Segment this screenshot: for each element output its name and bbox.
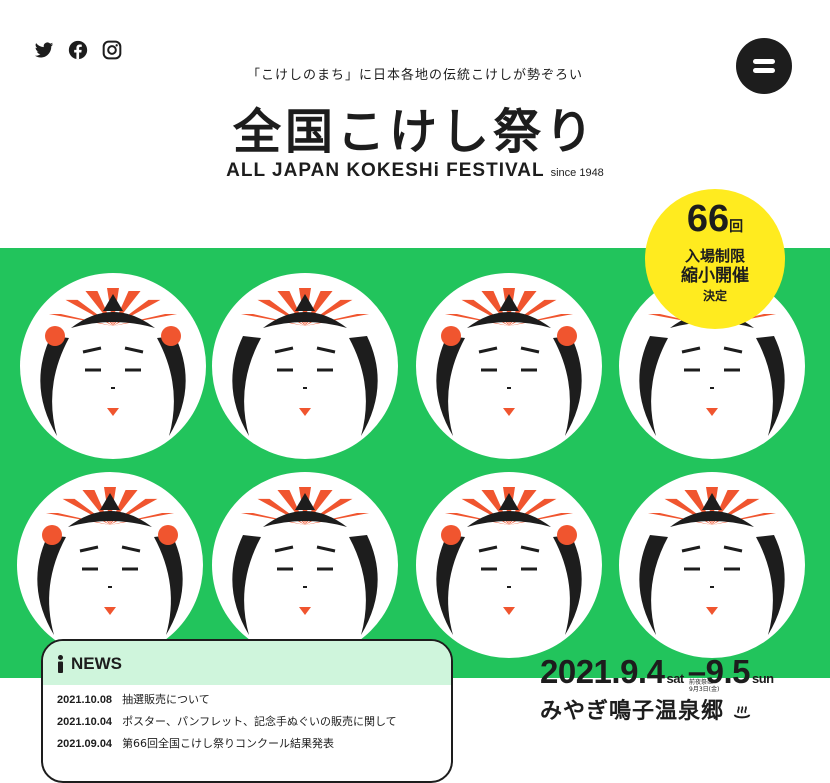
news-date: 2021.10.04 — [57, 716, 113, 728]
eve-festival-note: 前夜祭は 9月3日(金) — [689, 679, 720, 693]
announcement-badge: 66回 入場制限 縮小開催 決定 — [645, 189, 785, 329]
news-item[interactable]: 2021.10.04 ポスター、パンフレット、記念手ぬぐいの販売に関して — [57, 711, 451, 733]
news-header: NEWS — [43, 641, 451, 685]
news-list: 2021.10.08 抽選販売について 2021.10.04 ポスター、パンフレット… — [43, 685, 451, 755]
hot-spring-icon — [733, 706, 750, 719]
badge-line1: 入場制限 — [684, 247, 745, 265]
news-text: 第66回全国こけし祭りコンクール結果発表 — [122, 737, 335, 750]
start-date: 2021.9.4 — [540, 653, 665, 690]
badge-line3: 決定 — [702, 289, 727, 303]
news-panel: NEWS 2021.10.08 抽選販売について 2021.10.04 ポスター、パ… — [41, 639, 453, 783]
event-info: 2021.9.4 sat –9.5 sun 前夜祭は 9月3日(金) みやぎ鳴子温泉郷 — [540, 653, 778, 725]
start-weekday: sat — [666, 671, 684, 686]
news-title: NEWS — [71, 654, 122, 673]
news-item[interactable]: 2021.09.04 第66回全国こけし祭りコンクール結果発表 — [57, 733, 451, 755]
end-weekday: sun — [752, 671, 774, 686]
news-text: ポスター、パンフレット、記念手ぬぐいの販売に関して — [122, 715, 397, 728]
kokeshi-face — [416, 273, 602, 459]
info-icon — [58, 655, 63, 673]
kokeshi-face — [416, 472, 602, 658]
badge-number: 66回 — [686, 198, 744, 240]
event-place: みやぎ鳴子温泉郷 — [540, 693, 778, 725]
kokeshi-face — [212, 472, 398, 658]
kokeshi-face — [619, 472, 805, 658]
news-date: 2021.10.08 — [57, 694, 113, 706]
event-dates: 2021.9.4 sat –9.5 sun — [540, 653, 774, 690]
badge-line2: 縮小開催 — [681, 266, 749, 286]
kokeshi-face — [20, 273, 206, 459]
news-date: 2021.09.04 — [57, 738, 113, 750]
news-text: 抽選販売について — [122, 693, 210, 706]
kokeshi-face — [212, 273, 398, 459]
kokeshi-face — [17, 472, 203, 658]
news-item[interactable]: 2021.10.08 抽選販売について — [57, 689, 451, 711]
